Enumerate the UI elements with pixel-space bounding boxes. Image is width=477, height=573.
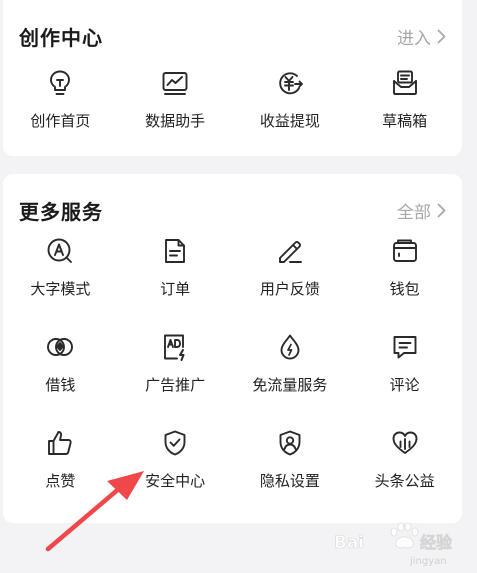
likes-tile[interactable]: 点赞 (3, 426, 118, 506)
feedback-pencil-icon (273, 234, 307, 268)
creation-home-tile[interactable]: 创作首页 (3, 66, 118, 146)
chevron-right-icon (437, 29, 446, 43)
thumbs-up-icon (43, 426, 77, 460)
wallet-icon (388, 234, 422, 268)
all-link-label: 全部 (397, 202, 431, 223)
creation-home-label: 创作首页 (30, 112, 91, 130)
large-font-icon (43, 234, 77, 268)
charity-tile[interactable]: 头条公益 (347, 426, 462, 506)
likes-label: 点赞 (45, 472, 76, 490)
wallet-tile[interactable]: 钱包 (347, 234, 462, 314)
user-feedback-tile[interactable]: 用户反馈 (233, 234, 348, 314)
earnings-withdraw-tile[interactable]: 收益提现 (233, 66, 348, 146)
order-document-icon (158, 234, 192, 268)
draft-box-icon (388, 66, 422, 100)
data-free-service-tile[interactable]: 免流量服务 (233, 330, 348, 410)
wallet-label: 钱包 (389, 280, 420, 298)
security-center-label: 安全中心 (145, 472, 206, 490)
user-feedback-label: 用户反馈 (259, 280, 320, 298)
drafts-label: 草稿箱 (382, 112, 428, 130)
orders-label: 订单 (160, 280, 191, 298)
ad-promotion-tile[interactable]: 广告推广 (118, 330, 233, 410)
more-services-title: 更多服务 (19, 199, 103, 224)
privacy-icon (273, 426, 307, 460)
more-services-grid: 大字模式 订单 用户反馈 钱包 借钱 广告推广 免流量服务 评论 点赞 安全中心… (3, 234, 462, 522)
page-bottom-band (0, 523, 477, 573)
security-shield-icon (158, 426, 192, 460)
creation-center-title: 创作中心 (19, 25, 103, 50)
comment-icon (388, 330, 422, 364)
creation-center-enter-link[interactable]: 进入 (397, 24, 446, 49)
earnings-withdraw-label: 收益提现 (259, 112, 320, 130)
borrow-money-label: 借钱 (45, 376, 76, 394)
charity-heart-icon (388, 426, 422, 460)
large-font-mode-tile[interactable]: 大字模式 (3, 234, 118, 314)
comments-tile[interactable]: 评论 (347, 330, 462, 410)
data-free-service-label: 免流量服务 (252, 376, 328, 394)
more-services-card: 更多服务 全部 大字模式 订单 用户反馈 钱包 借钱 广告推广 免流量服务 评论… (3, 174, 462, 523)
ad-promotion-label: 广告推广 (145, 376, 206, 394)
privacy-settings-label: 隐私设置 (259, 472, 320, 490)
enter-link-label: 进入 (397, 28, 431, 49)
security-center-tile[interactable]: 安全中心 (118, 426, 233, 506)
creation-center-grid: 创作首页 数据助手 收益提现 草稿箱 (3, 66, 462, 146)
data-chart-icon (158, 66, 192, 100)
creation-center-card: 创作中心 进入 创作首页 数据助手 收益提现 草稿箱 (3, 0, 462, 156)
data-assistant-label: 数据助手 (145, 112, 206, 130)
creation-center-header: 创作中心 进入 (19, 20, 446, 52)
lightbulb-icon (43, 66, 77, 100)
orders-tile[interactable]: 订单 (118, 234, 233, 314)
ad-promotion-icon (158, 330, 192, 364)
more-services-header: 更多服务 全部 (19, 194, 446, 226)
more-services-all-link[interactable]: 全部 (397, 198, 446, 223)
drafts-tile[interactable]: 草稿箱 (347, 66, 462, 146)
borrow-money-tile[interactable]: 借钱 (3, 330, 118, 410)
data-assistant-tile[interactable]: 数据助手 (118, 66, 233, 146)
yuan-withdraw-icon (273, 66, 307, 100)
privacy-settings-tile[interactable]: 隐私设置 (233, 426, 348, 506)
large-font-mode-label: 大字模式 (30, 280, 91, 298)
charity-label: 头条公益 (374, 472, 435, 490)
data-free-icon (273, 330, 307, 364)
chevron-right-icon (437, 203, 446, 217)
comments-label: 评论 (389, 376, 420, 394)
borrow-money-icon (43, 330, 77, 364)
